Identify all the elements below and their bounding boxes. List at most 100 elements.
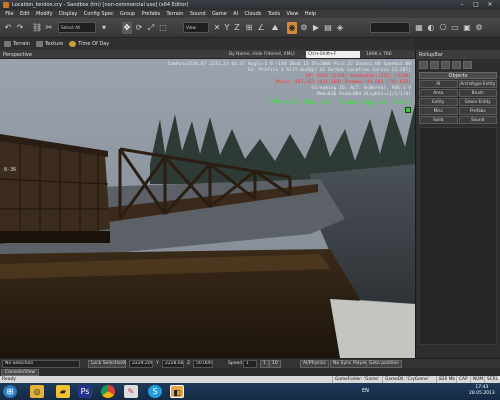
- viewport-label[interactable]: Perspective: [3, 52, 32, 58]
- object-sound-button[interactable]: Sound: [458, 116, 497, 124]
- menu-view[interactable]: View: [283, 11, 301, 17]
- speed-1-button[interactable]: 1: [260, 360, 269, 368]
- view-dropdown[interactable]: View: [183, 22, 209, 33]
- object-entity-button[interactable]: Entity: [419, 98, 458, 106]
- console-view-tab[interactable]: Console/View: [1, 369, 40, 376]
- menu-group[interactable]: Group: [117, 11, 139, 17]
- flowgraph-icon[interactable]: ⎔: [438, 22, 448, 34]
- terrain-label: Terrain: [13, 41, 30, 47]
- game-mode-icon[interactable]: ▶: [311, 22, 321, 34]
- rollup-tabs: [416, 59, 500, 71]
- lock-selection-button[interactable]: Lock Selection: [88, 360, 127, 368]
- taskbar-app-icon[interactable]: ◎: [30, 385, 44, 398]
- goto-position-button[interactable]: Goto position: [366, 360, 403, 368]
- language-indicator[interactable]: EN: [362, 388, 369, 394]
- object-prefabs-button[interactable]: Prefabs: [458, 107, 497, 115]
- object-ai-button[interactable]: AI: [419, 80, 458, 88]
- move-tool-icon[interactable]: ✥: [122, 22, 132, 34]
- app-status-bar: Ready GameFolder: 'Game' GameDll: 'CryGa…: [0, 376, 500, 383]
- menu-help[interactable]: Help: [302, 11, 320, 17]
- axis-y-icon[interactable]: Y: [222, 22, 232, 34]
- selection-field[interactable]: No Selection: [2, 360, 80, 368]
- y-coordinate-input[interactable]: 2228.68: [162, 360, 184, 368]
- editor-status-bar: No Selection Lock Selection X 2229.200 Y…: [0, 358, 500, 368]
- texture-button[interactable]: Texture: [35, 41, 63, 47]
- object-archetype-entity-button[interactable]: Archetype Entity: [458, 80, 497, 88]
- ai-physics-button[interactable]: AI/Physics: [300, 360, 329, 368]
- z-coordinate-input[interactable]: 50.0007: [193, 360, 213, 368]
- menu-terrain[interactable]: Terrain: [163, 11, 186, 17]
- object-solid-button[interactable]: Solid: [419, 116, 458, 124]
- camera-icon[interactable]: ◉: [287, 22, 297, 34]
- speed-input[interactable]: 1: [243, 360, 257, 368]
- 3d-viewport[interactable]: 8-36 CamPos=2230.87 2232.21 43.37 Angl=-…: [0, 59, 415, 358]
- texture-icon: [35, 41, 43, 47]
- taskbar-folder-icon[interactable]: ▰: [56, 385, 70, 398]
- skype-icon[interactable]: S: [148, 385, 162, 398]
- undo-icon[interactable]: ↶: [3, 22, 13, 34]
- speed-10-button[interactable]: 10: [269, 360, 281, 368]
- filter-icon[interactable]: ▾: [99, 22, 109, 34]
- terrain-button[interactable]: Terrain: [4, 41, 30, 47]
- modelling-tab-icon[interactable]: [441, 61, 450, 69]
- pdf-icon[interactable]: ✎: [124, 385, 138, 398]
- ready-text: Ready: [2, 377, 16, 382]
- menu-sound[interactable]: Sound: [187, 11, 209, 17]
- menu-config-spec[interactable]: Config Spec: [81, 11, 117, 17]
- sandbox-editor-taskbar-icon[interactable]: ◧: [170, 385, 184, 398]
- menu-tools[interactable]: Tools: [265, 11, 284, 17]
- close-icon[interactable]: ✕: [484, 1, 496, 8]
- axis-x-icon[interactable]: ✕: [212, 22, 222, 34]
- menu-modify[interactable]: Modify: [33, 11, 56, 17]
- chrome-icon[interactable]: [101, 385, 115, 398]
- object-brush-button[interactable]: Brush: [458, 89, 497, 97]
- menu-prefabs[interactable]: Prefabs: [138, 11, 163, 17]
- maximize-icon[interactable]: □: [470, 1, 482, 8]
- system-clock[interactable]: 17:43 28.05.2013: [469, 385, 495, 397]
- menu-clouds[interactable]: Clouds: [241, 11, 264, 17]
- toolbar-search-field[interactable]: [370, 22, 410, 33]
- select-tool-icon[interactable]: ⬚: [158, 22, 168, 34]
- x-coordinate-input[interactable]: 2229.200: [129, 360, 153, 368]
- physics-icon[interactable]: ⚙: [299, 22, 309, 34]
- rotate-tool-icon[interactable]: ⟳: [134, 22, 144, 34]
- objects-tab-icon[interactable]: [419, 61, 428, 69]
- object-geom-entity-button[interactable]: Geom Entity: [458, 98, 497, 106]
- graph-icon[interactable]: ◈: [335, 22, 345, 34]
- unlink-icon[interactable]: ✂: [44, 22, 54, 34]
- database-icon[interactable]: ▦: [414, 22, 424, 34]
- viewport-search-input[interactable]: Ctrl+Shift+F: [306, 51, 360, 58]
- menu-game[interactable]: Game: [209, 11, 230, 17]
- minimize-icon[interactable]: –: [456, 1, 468, 8]
- link-icon[interactable]: ⛓: [32, 22, 42, 34]
- material-icon[interactable]: ◐: [426, 22, 436, 34]
- layers-tab-icon[interactable]: [463, 61, 472, 69]
- track-view-icon[interactable]: ▭: [450, 22, 460, 34]
- menu-ai[interactable]: AI: [230, 11, 241, 17]
- console-icon[interactable]: ▣: [462, 22, 472, 34]
- select-all-dropdown[interactable]: Select All: [58, 22, 96, 33]
- display-tab-icon[interactable]: [452, 61, 461, 69]
- start-button-icon[interactable]: ⊞: [3, 385, 17, 398]
- y-label: Y: [156, 361, 159, 366]
- scale-tool-icon[interactable]: ⤢: [146, 22, 156, 34]
- menu-file[interactable]: File: [2, 11, 17, 17]
- menu-edit[interactable]: Edit: [17, 11, 33, 17]
- rollup-bar: RollupBar Objects AI Archetype Entity Ar…: [415, 50, 500, 358]
- terrain-snap-icon[interactable]: ⛰: [270, 22, 280, 34]
- snap-grid-icon[interactable]: ⊞: [244, 22, 254, 34]
- viewport-resolution[interactable]: 1896 x 766: [366, 52, 392, 57]
- terrain-tab-icon[interactable]: [430, 61, 439, 69]
- redo-icon[interactable]: ↷: [15, 22, 25, 34]
- object-area-button[interactable]: Area: [419, 89, 458, 97]
- no-sync-player-button[interactable]: No Sync Player: [330, 360, 370, 368]
- axis-z-icon[interactable]: Z: [232, 22, 242, 34]
- snap-angle-icon[interactable]: ∠: [256, 22, 266, 34]
- settings-icon[interactable]: ⚙: [474, 22, 484, 34]
- photoshop-icon[interactable]: Ps: [78, 385, 92, 398]
- train-undercarriage: [0, 231, 110, 243]
- time-of-day-button[interactable]: Time Of Day: [69, 41, 109, 47]
- layer-icon[interactable]: ▤: [323, 22, 333, 34]
- object-misc-button[interactable]: Misc: [419, 107, 458, 115]
- menu-display[interactable]: Display: [56, 11, 81, 17]
